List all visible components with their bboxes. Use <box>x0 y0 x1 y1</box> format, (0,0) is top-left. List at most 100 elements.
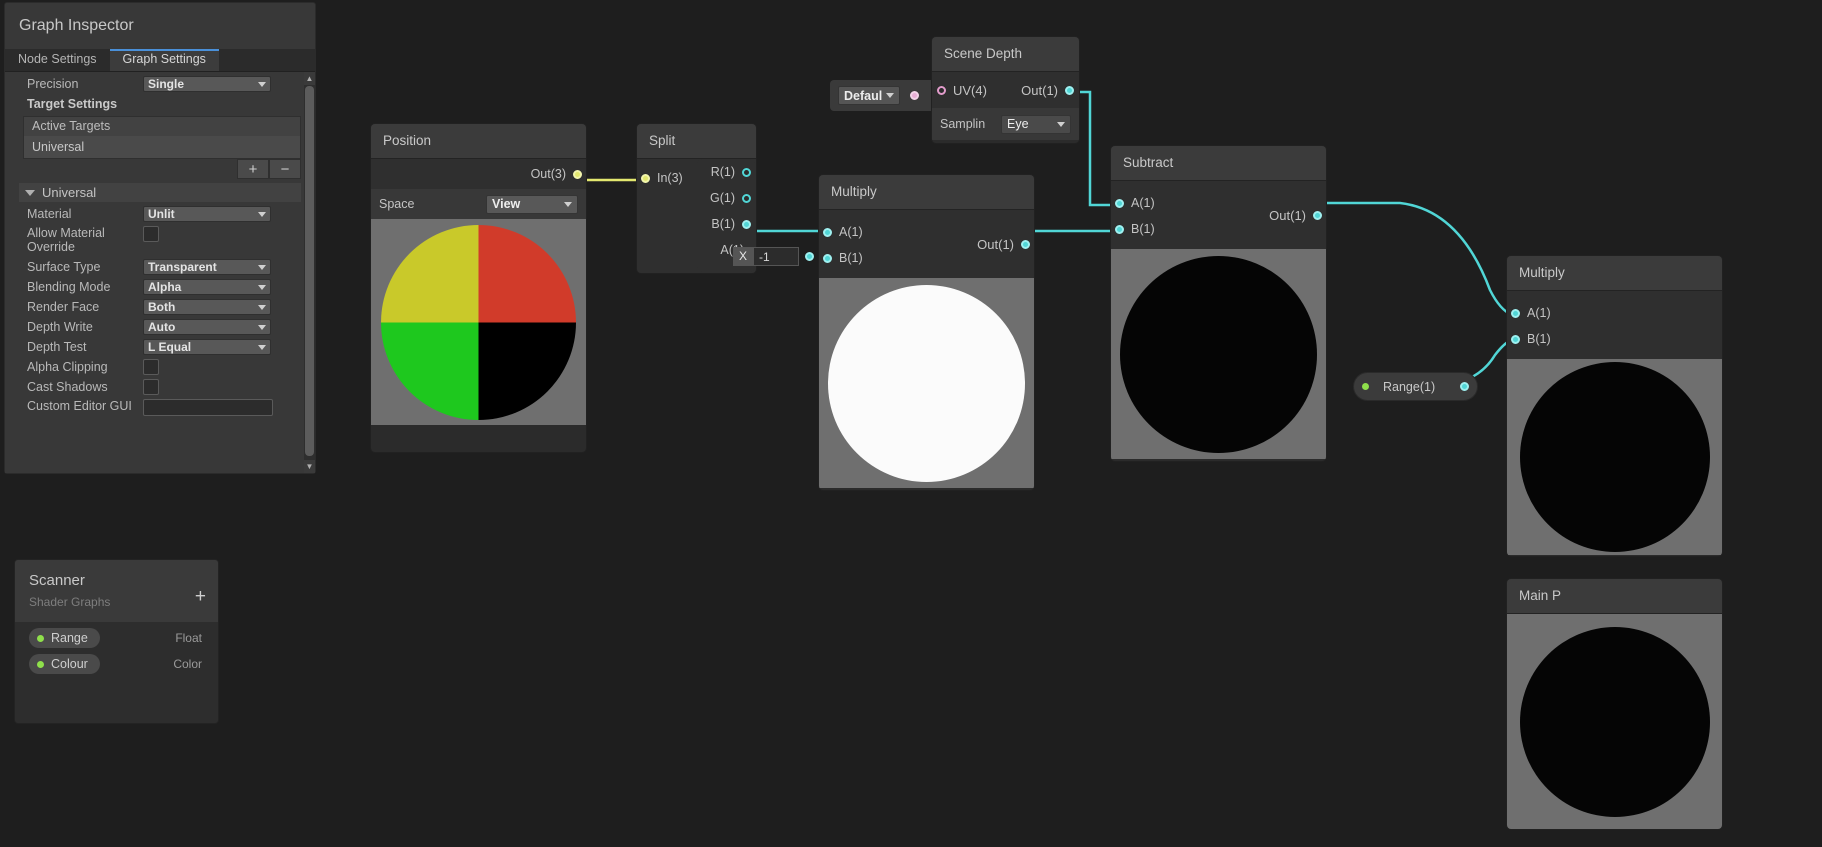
depth-test-dropdown[interactable]: L Equal <box>143 339 271 355</box>
split-inline-value-field[interactable]: X -1 <box>733 247 814 266</box>
node-title[interactable]: Main P <box>1507 579 1722 614</box>
node-title[interactable]: Split <box>637 124 756 159</box>
input-port-b[interactable] <box>823 253 832 263</box>
input-port-a[interactable] <box>823 227 832 237</box>
blending-mode-value: Alpha <box>148 280 182 294</box>
blending-mode-dropdown[interactable]: Alpha <box>143 279 271 295</box>
port-label: Out(1) <box>1269 207 1306 223</box>
tab-node-settings[interactable]: Node Settings <box>5 49 110 71</box>
space-row: Space View <box>371 189 586 219</box>
property-pill[interactable]: Colour <box>29 654 100 674</box>
node-body: A(1) B(1) Out(1) <box>819 210 1034 278</box>
uv-channel-dropdown-group[interactable]: Defaul <box>830 80 941 111</box>
uv-dropdown[interactable]: Defaul <box>838 86 900 105</box>
input-port-a[interactable] <box>1511 308 1520 318</box>
sampling-dropdown[interactable]: Eye <box>1001 114 1071 134</box>
cast-shadows-checkbox[interactable] <box>143 379 159 395</box>
range-property-label: Range(1) <box>1383 379 1436 394</box>
output-port[interactable] <box>573 169 582 179</box>
sampling-value: Eye <box>1007 117 1029 131</box>
output-port[interactable] <box>1460 382 1469 391</box>
depth-test-value: L Equal <box>148 340 192 354</box>
property-pill[interactable]: Range <box>29 628 100 648</box>
precision-row: Precision Single <box>5 74 315 94</box>
node-title[interactable]: Scene Depth <box>932 37 1079 72</box>
scroll-down-arrow-icon[interactable]: ▼ <box>304 460 315 473</box>
graph-inspector-panel: Graph Inspector Node Settings Graph Sett… <box>4 2 316 474</box>
node-title[interactable]: Position <box>371 124 586 159</box>
node-title[interactable]: Subtract <box>1111 146 1326 181</box>
node-multiply-1[interactable]: Multiply A(1) B(1) Out(1) <box>818 174 1035 491</box>
add-property-button[interactable]: + <box>195 587 206 606</box>
main-preview-sphere <box>1519 627 1710 817</box>
allow-material-override-label: Allow Material Override <box>27 226 105 254</box>
inspector-scrollbar-track[interactable]: ▲ ▼ <box>304 72 315 473</box>
node-range-property[interactable]: Range(1) <box>1353 372 1478 401</box>
output-port[interactable] <box>1021 239 1030 249</box>
alpha-clipping-checkbox[interactable] <box>143 359 159 375</box>
render-face-value: Both <box>148 300 176 314</box>
port-row-out: Out(3) <box>371 159 586 189</box>
node-main-preview[interactable]: Main P <box>1506 578 1723 830</box>
scroll-up-arrow-icon[interactable]: ▲ <box>304 72 315 85</box>
axis-value-input[interactable]: -1 <box>753 247 799 266</box>
blackboard-subtitle: Shader Graphs <box>29 595 111 609</box>
blackboard-title: Scanner <box>29 572 85 589</box>
output-port-g[interactable] <box>742 193 751 203</box>
material-dropdown[interactable]: Unlit <box>143 206 271 222</box>
node-position[interactable]: Position Out(3) Space View <box>370 123 587 453</box>
output-port[interactable] <box>1065 85 1074 95</box>
active-target-universal[interactable]: Universal <box>24 136 300 158</box>
port-label: Out(3) <box>530 167 566 181</box>
allow-material-override-checkbox[interactable] <box>143 226 159 242</box>
port-label: UV(4) <box>953 82 987 98</box>
target-settings-row: Target Settings <box>5 94 315 114</box>
tab-graph-settings[interactable]: Graph Settings <box>109 49 219 71</box>
node-multiply-2[interactable]: Multiply A(1) B(1) <box>1506 255 1723 557</box>
port-label: Out(1) <box>977 236 1014 252</box>
remove-target-button[interactable]: − <box>269 159 301 179</box>
port-label: A(1) <box>1131 196 1155 210</box>
blending-mode-row: Blending Mode Alpha <box>5 277 315 297</box>
inline-field-port[interactable] <box>805 252 814 261</box>
uv-output-port[interactable] <box>910 91 919 100</box>
input-port-uv[interactable] <box>937 85 946 95</box>
precision-dropdown[interactable]: Single <box>143 76 271 92</box>
depth-write-dropdown[interactable]: Auto <box>143 319 271 335</box>
material-value: Unlit <box>148 207 175 221</box>
chevron-down-icon <box>258 344 266 350</box>
node-title[interactable]: Multiply <box>819 175 1034 210</box>
port-row-in: UV(4) <box>937 83 994 98</box>
input-port-b[interactable] <box>1115 224 1124 234</box>
render-face-dropdown[interactable]: Both <box>143 299 271 315</box>
blackboard-property-range[interactable]: Range Float <box>15 622 218 648</box>
outputs-column: Out(1) <box>925 210 1035 278</box>
chevron-down-icon <box>564 201 572 207</box>
node-body: Out(3) <box>371 159 586 189</box>
render-face-label: Render Face <box>27 300 100 314</box>
node-body: UV(4) Out(1) <box>932 72 1079 108</box>
output-port-r[interactable] <box>742 167 751 177</box>
port-label: B(1) <box>711 217 735 231</box>
blackboard-property-colour[interactable]: Colour Color <box>15 648 218 674</box>
chevron-down-icon <box>258 211 266 217</box>
chevron-down-icon <box>258 284 266 290</box>
input-port-a[interactable] <box>1115 198 1124 208</box>
input-port-b[interactable] <box>1511 334 1520 344</box>
custom-editor-gui-input[interactable] <box>143 399 273 416</box>
space-dropdown[interactable]: View <box>486 194 578 214</box>
node-subtract[interactable]: Subtract A(1) B(1) Out(1) <box>1110 145 1327 462</box>
port-label: G(1) <box>710 191 735 205</box>
add-target-button[interactable]: + <box>237 159 269 179</box>
node-scene-depth[interactable]: Scene Depth UV(4) Out(1) Samplin Eye <box>931 36 1080 144</box>
node-title[interactable]: Multiply <box>1507 256 1722 291</box>
output-port-b[interactable] <box>742 219 751 229</box>
port-label: B(1) <box>1131 222 1155 236</box>
port-row-g: G(1) <box>697 185 755 211</box>
output-port[interactable] <box>1313 210 1322 220</box>
universal-foldout[interactable]: Universal <box>19 183 301 202</box>
inspector-scrollbar-thumb[interactable] <box>305 86 314 456</box>
input-port[interactable] <box>641 173 650 183</box>
material-label: Material <box>27 207 72 221</box>
surface-type-dropdown[interactable]: Transparent <box>143 259 271 275</box>
